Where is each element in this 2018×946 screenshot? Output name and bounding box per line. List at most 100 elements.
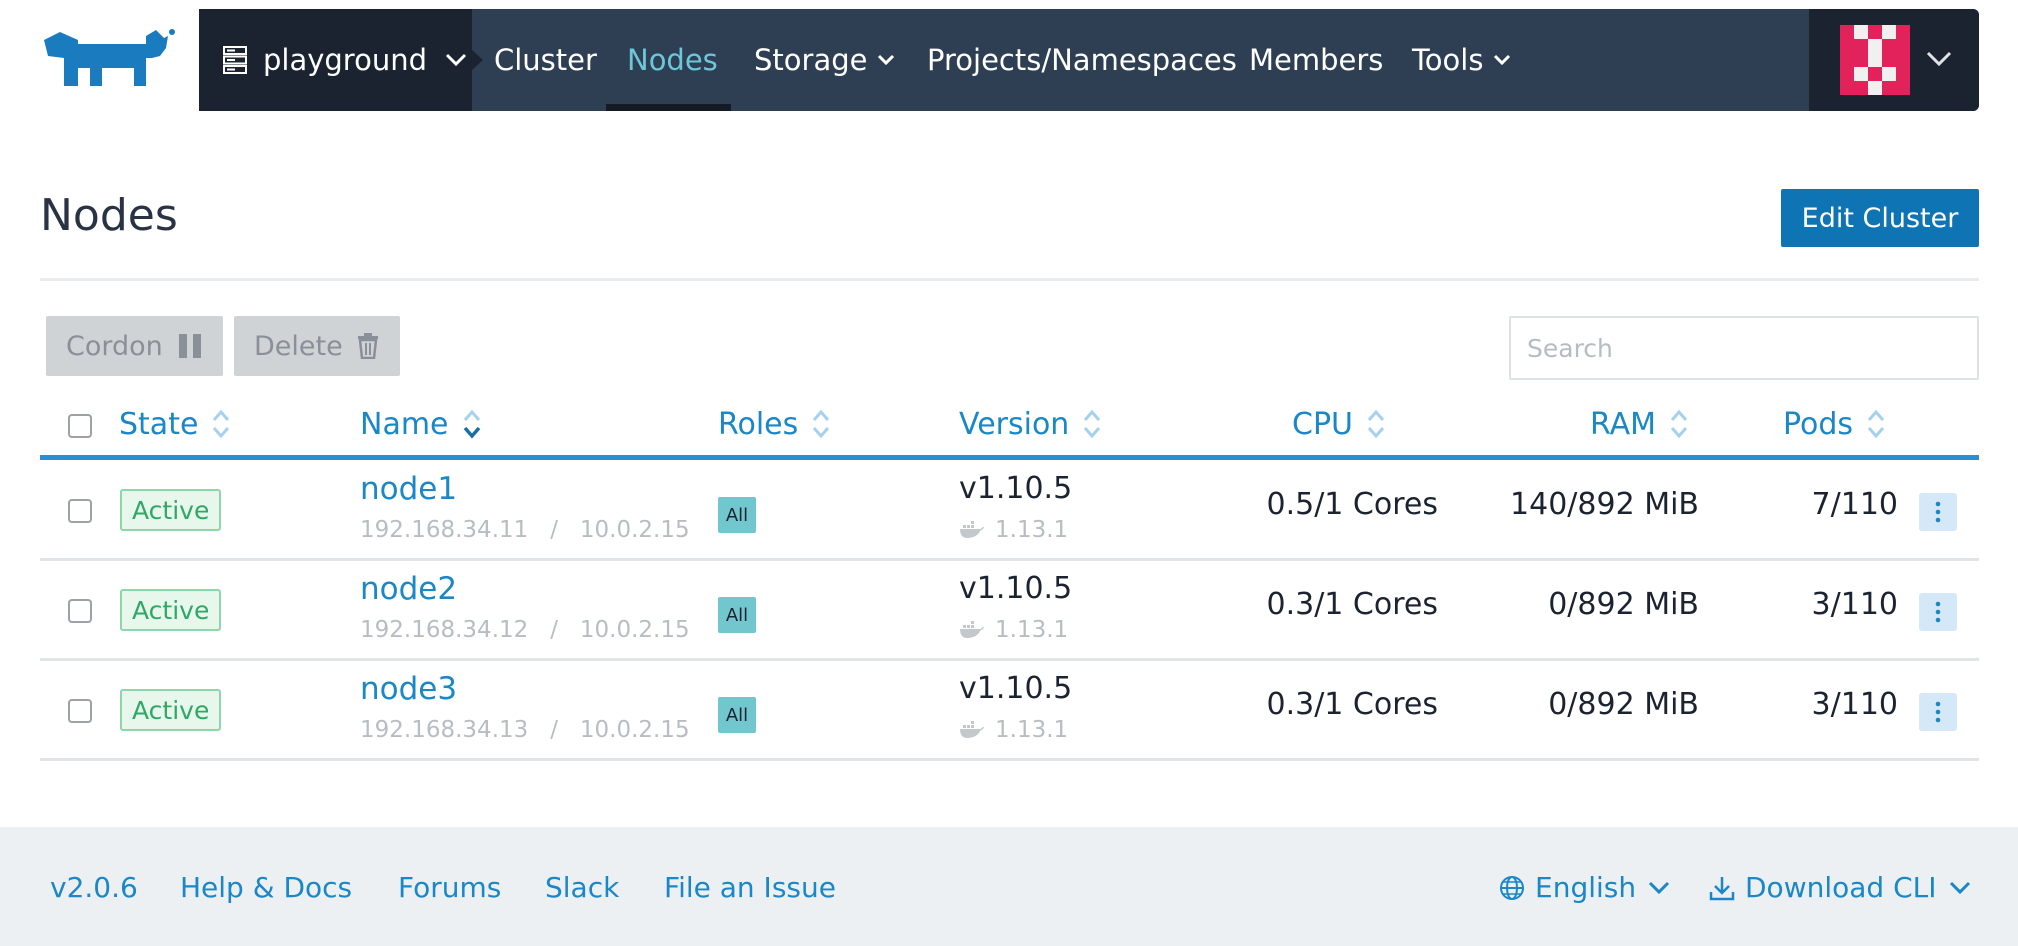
- nav-projects-label: Projects/Namespaces: [927, 43, 1237, 77]
- server-stack-icon: [223, 46, 247, 74]
- row-actions-button[interactable]: [1919, 693, 1957, 731]
- nav-storage-label: Storage: [754, 43, 868, 77]
- nav-nodes[interactable]: Nodes: [627, 9, 718, 111]
- row-actions-button[interactable]: [1919, 593, 1957, 631]
- download-cli-menu[interactable]: Download CLI: [1709, 871, 1971, 904]
- cluster-switcher[interactable]: playground: [199, 9, 472, 111]
- globe-icon: [1500, 875, 1524, 900]
- footer-forums-link[interactable]: Forums: [398, 871, 501, 904]
- column-ram-label: RAM: [1590, 406, 1657, 442]
- column-header-state[interactable]: State: [119, 404, 230, 444]
- vertical-dots-icon: [1935, 501, 1941, 523]
- column-version-label: Version: [959, 406, 1070, 442]
- column-header-cpu[interactable]: CPU: [1292, 404, 1385, 444]
- node-ip-addresses: 192.168.34.11 / 10.0.2.15: [360, 517, 690, 543]
- column-header-roles[interactable]: Roles: [718, 404, 830, 444]
- language-selector[interactable]: English: [1499, 871, 1670, 904]
- status-badge: Active: [120, 589, 222, 631]
- nav-pointer-arrow: [472, 50, 483, 70]
- row-checkbox[interactable]: [68, 699, 92, 723]
- active-nav-indicator: [606, 104, 731, 111]
- page-title: Nodes: [40, 190, 178, 241]
- nav-storage[interactable]: Storage: [754, 9, 895, 111]
- top-navbar: playground Cluster Nodes Storage Project…: [199, 9, 1979, 111]
- table-row: Active node1 192.168.34.11 / 10.0.2.15 A…: [40, 461, 1979, 561]
- nav-tools[interactable]: Tools: [1412, 9, 1511, 111]
- nav-tools-label: Tools: [1412, 43, 1484, 77]
- sort-descending-icon: [463, 409, 480, 439]
- footer-help-docs-link[interactable]: Help & Docs: [180, 871, 352, 904]
- column-name-label: Name: [360, 406, 449, 442]
- search-input[interactable]: [1509, 316, 1979, 380]
- node-name-link[interactable]: node1: [360, 471, 457, 507]
- column-header-version[interactable]: Version: [959, 404, 1101, 444]
- delete-label: Delete: [254, 330, 343, 362]
- column-state-label: State: [119, 406, 199, 442]
- row-checkbox[interactable]: [68, 499, 92, 523]
- nav-members-label: Members: [1249, 43, 1384, 77]
- user-menu[interactable]: [1809, 9, 1979, 111]
- footer-file-issue-link[interactable]: File an Issue: [664, 871, 836, 904]
- column-cpu-label: CPU: [1292, 406, 1353, 442]
- row-divider: [40, 758, 1979, 761]
- kubernetes-version: v1.10.5: [959, 671, 1073, 706]
- nav-cluster[interactable]: Cluster: [494, 9, 597, 111]
- download-icon: [1709, 876, 1735, 900]
- nav-cluster-label: Cluster: [494, 43, 597, 77]
- footer-slack-link[interactable]: Slack: [545, 871, 619, 904]
- language-label: English: [1535, 871, 1637, 904]
- docker-version: 1.13.1: [959, 617, 1068, 643]
- table-row: Active node2 192.168.34.12 / 10.0.2.15 A…: [40, 561, 1979, 661]
- row-checkbox[interactable]: [68, 599, 92, 623]
- chevron-down-icon: [445, 53, 467, 67]
- node-name-link[interactable]: node3: [360, 671, 457, 707]
- chevron-down-icon: [1649, 881, 1670, 894]
- footer-version-link[interactable]: v2.0.6: [50, 871, 138, 904]
- cpu-usage: 0.5/1 Cores: [1266, 487, 1438, 522]
- kubernetes-version: v1.10.5: [959, 471, 1073, 506]
- sort-arrows-icon: [1867, 409, 1885, 439]
- cordon-button[interactable]: Cordon: [46, 316, 223, 376]
- chevron-down-icon: [1494, 54, 1511, 66]
- ram-usage: 0/892 MiB: [1548, 687, 1699, 722]
- vertical-dots-icon: [1935, 701, 1941, 723]
- column-header-name[interactable]: Name: [360, 404, 481, 444]
- trash-icon: [357, 333, 378, 359]
- identicon-avatar-icon: [1840, 25, 1910, 95]
- column-pods-label: Pods: [1783, 406, 1854, 442]
- cpu-usage: 0.3/1 Cores: [1266, 587, 1438, 622]
- download-cli-label: Download CLI: [1745, 871, 1937, 904]
- docker-version-label: 1.13.1: [995, 617, 1069, 643]
- select-all-checkbox[interactable]: [68, 414, 92, 438]
- docker-version: 1.13.1: [959, 717, 1068, 743]
- row-actions-button[interactable]: [1919, 493, 1957, 531]
- page-footer: v2.0.6 Help & Docs Forums Slack File an …: [0, 827, 2018, 946]
- delete-button[interactable]: Delete: [234, 316, 400, 376]
- node-ip-addresses: 192.168.34.12 / 10.0.2.15: [360, 617, 690, 643]
- role-badge: All: [718, 697, 756, 733]
- docker-whale-icon: [960, 621, 984, 638]
- nav-nodes-label: Nodes: [627, 43, 718, 77]
- docker-version-label: 1.13.1: [995, 717, 1069, 743]
- ram-usage: 140/892 MiB: [1510, 487, 1699, 522]
- role-badge: All: [718, 597, 756, 633]
- cordon-label: Cordon: [66, 330, 163, 362]
- pod-count: 3/110: [1811, 687, 1898, 722]
- chevron-down-icon: [1926, 51, 1952, 67]
- kubernetes-version: v1.10.5: [959, 571, 1073, 606]
- cpu-usage: 0.3/1 Cores: [1266, 687, 1438, 722]
- node-name-link[interactable]: node2: [360, 571, 457, 607]
- cluster-name: playground: [263, 43, 428, 77]
- chevron-down-icon: [878, 54, 895, 66]
- docker-whale-icon: [960, 521, 984, 538]
- node-ip-addresses: 192.168.34.13 / 10.0.2.15: [360, 717, 690, 743]
- rancher-logo-icon[interactable]: [38, 26, 178, 94]
- title-divider: [40, 278, 1979, 281]
- edit-cluster-button[interactable]: Edit Cluster: [1781, 189, 1979, 247]
- column-header-pods[interactable]: Pods: [1783, 404, 1885, 444]
- role-badge: All: [718, 497, 756, 533]
- nav-members[interactable]: Members: [1249, 9, 1383, 111]
- nav-projects-namespaces[interactable]: Projects/Namespaces: [927, 9, 1237, 111]
- column-header-ram[interactable]: RAM: [1590, 404, 1688, 444]
- pod-count: 3/110: [1811, 587, 1898, 622]
